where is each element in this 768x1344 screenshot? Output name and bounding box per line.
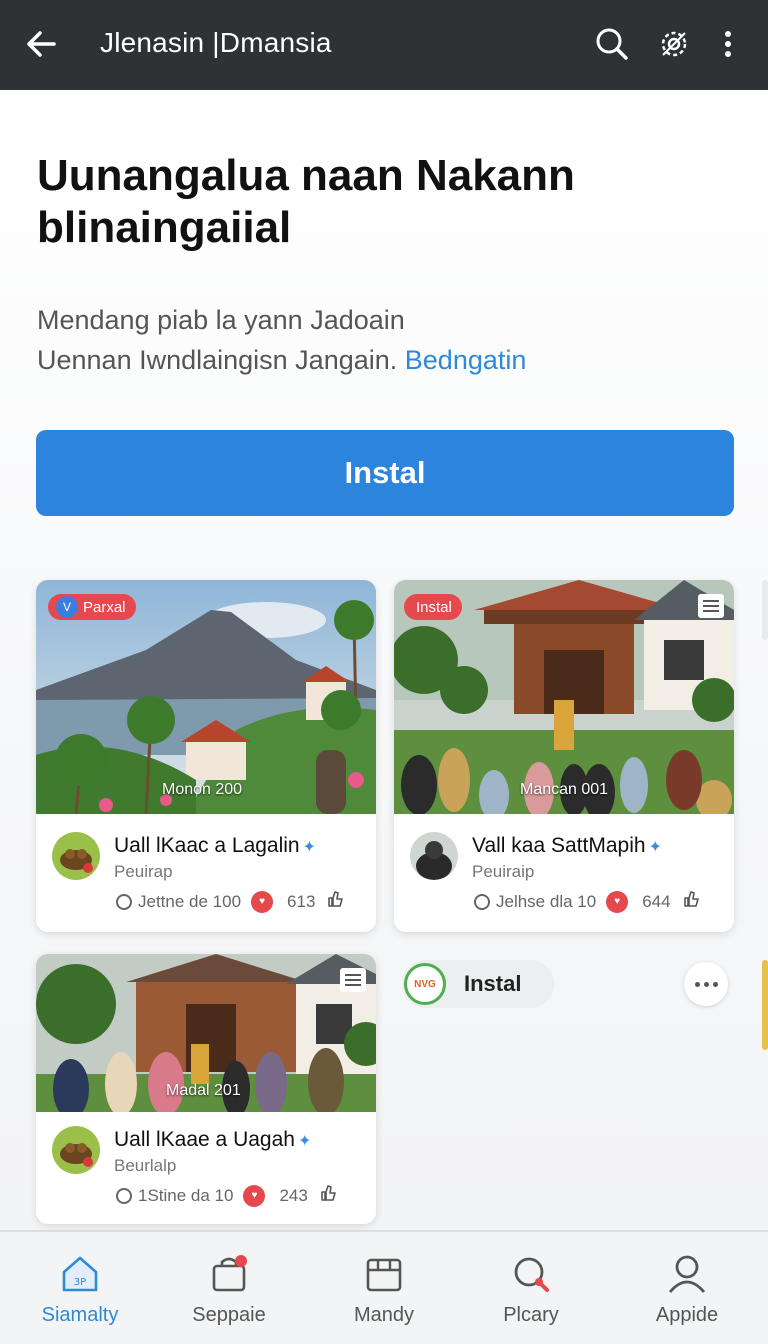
nav-label: Seppaie — [192, 1304, 266, 1326]
nav-item-home[interactable]: 3P Siamalty — [5, 1232, 155, 1344]
install-chip[interactable]: NVG Instal — [402, 960, 554, 1008]
nav-label: Siamalty — [41, 1304, 119, 1326]
description-link[interactable]: Bedngatin — [405, 345, 527, 375]
scroll-edge-indicator — [762, 960, 768, 1050]
nav-label: Mandy — [353, 1304, 415, 1326]
card-title: Vall kaa SattMapih ✦ — [472, 834, 662, 858]
verified-icon: ✦ — [302, 839, 317, 856]
profile-icon — [665, 1252, 709, 1296]
card-count: 243 — [279, 1185, 308, 1205]
nav-label: Appide — [655, 1304, 719, 1326]
card-title-text: Vall kaa SattMapih — [472, 834, 646, 857]
card-subtitle: Beurlalp — [114, 1156, 177, 1175]
bottom-navigation: 3P Siamalty Seppaie Mandy Plcary Appide — [0, 1230, 768, 1344]
search-location-icon — [509, 1252, 553, 1296]
like-thumb-icon[interactable] — [327, 890, 345, 913]
avatar — [410, 832, 458, 880]
app-logo: NVG — [404, 963, 446, 1005]
search-icon[interactable] — [590, 22, 634, 66]
photo-caption: Mancan 001 — [520, 781, 609, 798]
description-line-1: Mendang piab la yann Jadoain — [37, 305, 405, 335]
content-card[interactable]: Instal Mancan 001 Vall kaa SattMapih ✦ Pe… — [394, 580, 734, 932]
card-count: 644 — [642, 891, 671, 911]
card-count: 613 — [287, 891, 316, 911]
badge-label: Parxal — [83, 598, 126, 616]
card-title-text: Uall lKaae a Uagah — [114, 1128, 295, 1151]
app-bar-title: Jlenasin |Dmansia — [100, 27, 332, 58]
verified-icon: ✦ — [648, 839, 662, 856]
back-arrow-icon[interactable] — [22, 24, 62, 64]
list-menu-icon[interactable] — [698, 594, 724, 618]
list-menu-icon[interactable] — [340, 968, 366, 992]
card-title: Uall lKaac a Lagalin ✦ — [114, 834, 316, 858]
home-icon: 3P — [58, 1252, 102, 1296]
card-meta-text: Jettne de 100 — [138, 891, 242, 911]
card-title-text: Uall lKaac a Lagalin — [114, 834, 300, 857]
nav-label: Plcary — [503, 1304, 559, 1326]
settings-small-icon — [116, 893, 132, 910]
nav-item-shop[interactable]: Seppaie — [154, 1232, 304, 1344]
overflow-menu-icon[interactable] — [706, 22, 750, 66]
content-card[interactable]: Madal 201 Uall lKaae a Uagah ✦ Beurlalp 1… — [36, 954, 376, 1224]
heart-icon[interactable]: ♥ — [251, 890, 274, 913]
nav-item-store[interactable]: Mandy — [309, 1232, 459, 1344]
nav-item-profile[interactable]: Appide — [612, 1232, 762, 1344]
photo-caption: Madal 201 — [166, 1082, 241, 1099]
card-meta: Jelhse dla 10 ♥ 644 — [474, 890, 701, 913]
more-options-icon[interactable] — [684, 962, 728, 1006]
shopping-bag-icon — [207, 1252, 251, 1296]
page-headline: Uunangalua naan Nakann blinaingaiial — [37, 151, 575, 252]
card-title: Uall lKaae a Uagah ✦ — [114, 1128, 311, 1152]
settings-small-icon — [116, 1187, 132, 1204]
settings-gear-icon[interactable] — [652, 22, 696, 66]
photo-caption: Monon 200 — [162, 781, 243, 798]
card-meta-text: 1Stine da 10 — [138, 1185, 234, 1205]
description-text: Uennan Iwndlaingisn Jangain. — [37, 345, 398, 375]
card-subtitle: Peuiraip — [472, 862, 535, 881]
store-icon — [362, 1252, 406, 1296]
nav-item-places[interactable]: Plcary — [456, 1232, 606, 1344]
card-meta: 1Stine da 10 ♥ 243 — [116, 1184, 338, 1207]
like-thumb-icon[interactable] — [683, 890, 701, 913]
card-subtitle: Peuirap — [114, 862, 173, 881]
card-meta-text: Jelhse dla 10 — [496, 891, 597, 911]
install-button[interactable]: Instal — [36, 430, 734, 516]
verified-icon: ✦ — [297, 1133, 312, 1150]
page-description: Mendang piab la yann Jadoain Uennan Iwnd… — [37, 300, 737, 380]
svg-text:3P: 3P — [74, 1277, 86, 1288]
badge-logo-icon: V — [56, 596, 78, 618]
scroll-edge-indicator — [762, 580, 768, 640]
app-bar: Jlenasin |Dmansia — [0, 0, 768, 90]
card-badge: Instal — [404, 594, 462, 620]
heart-icon[interactable]: ♥ — [606, 890, 629, 913]
heart-icon[interactable]: ♥ — [243, 1184, 266, 1207]
avatar — [52, 832, 100, 880]
install-chip-label: Instal — [464, 971, 522, 996]
card-badge: V Parxal — [48, 594, 136, 620]
like-thumb-icon[interactable] — [320, 1184, 338, 1207]
card-meta: Jettne de 100 ♥ 613 — [116, 890, 345, 913]
avatar — [52, 1126, 100, 1174]
content-card[interactable]: V Parxal Monon 200 Uall lKaac a Lagalin ✦… — [36, 580, 376, 932]
settings-small-icon — [474, 893, 490, 910]
description-line-2: Uennan Iwndlaingisn Jangain. Bedngatin — [37, 340, 737, 380]
